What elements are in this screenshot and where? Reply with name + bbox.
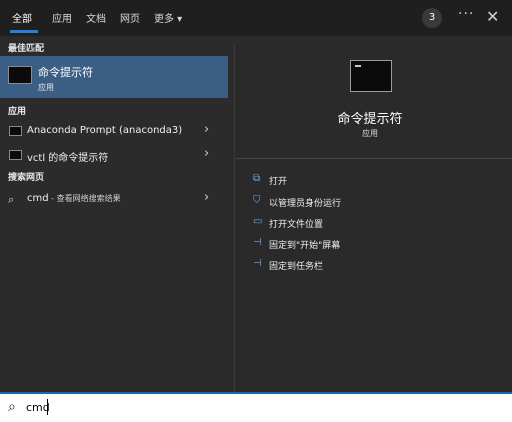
close-icon[interactable]: ✕ bbox=[486, 7, 499, 26]
action-label: 以管理员身份运行 bbox=[269, 199, 342, 209]
search-scope-bar: 全部 应用 文档 网页 更多 ▾ 3 ··· ✕ bbox=[0, 0, 512, 36]
list-item-web-search[interactable]: ⌕ cmd - 查看网络搜索结果 › bbox=[0, 188, 228, 210]
action-label: 打开 bbox=[269, 177, 288, 187]
text-caret bbox=[47, 399, 48, 415]
action-open[interactable]: ⧉ 打开 bbox=[253, 172, 493, 188]
results-pane: 最佳匹配 命令提示符 应用 应用 Anaconda Prompt (anacon… bbox=[0, 36, 230, 392]
tab-more[interactable]: 更多 ▾ bbox=[154, 10, 182, 25]
tab-all[interactable]: 全部 bbox=[12, 10, 32, 25]
divider bbox=[235, 158, 512, 159]
preview-subtitle: 应用 bbox=[362, 129, 378, 138]
web-suffix: - 查看网络搜索结果 bbox=[48, 194, 121, 203]
list-item-vctl[interactable]: vctl 的命令提示符 › bbox=[0, 144, 228, 166]
tab-documents[interactable]: 文档 bbox=[86, 10, 106, 25]
command-prompt-icon bbox=[350, 60, 392, 92]
action-label: 固定到"开始"屏幕 bbox=[269, 241, 341, 251]
search-icon: ⌕ bbox=[8, 193, 15, 206]
more-options-icon[interactable]: ··· bbox=[458, 6, 474, 22]
app-label: Anaconda Prompt (anaconda3) bbox=[27, 125, 183, 136]
action-run-as-admin[interactable]: ⛉ 以管理员身份运行 bbox=[253, 194, 493, 210]
list-item-anaconda-prompt[interactable]: Anaconda Prompt (anaconda3) › bbox=[0, 120, 228, 142]
chevron-right-icon[interactable]: › bbox=[204, 122, 209, 137]
action-label: 打开文件位置 bbox=[269, 220, 324, 230]
chevron-right-icon[interactable]: › bbox=[204, 146, 209, 161]
apps-header: 应用 bbox=[8, 107, 27, 117]
preview-title: 命令提示符 bbox=[337, 112, 403, 127]
terminal-icon bbox=[9, 150, 22, 160]
shield-icon: ⛉ bbox=[253, 195, 261, 206]
web-header: 搜索网页 bbox=[8, 173, 45, 183]
app-label: vctl 的命令提示符 bbox=[27, 153, 109, 164]
open-icon: ⧉ bbox=[253, 173, 261, 184]
search-icon: ⌕ bbox=[8, 399, 16, 415]
web-result-label: cmd - 查看网络搜索结果 bbox=[27, 193, 121, 204]
folder-icon: ▭ bbox=[253, 216, 263, 227]
web-query: cmd bbox=[27, 193, 49, 204]
search-bar[interactable]: ⌕ cmd bbox=[0, 392, 512, 422]
best-match-item[interactable]: 命令提示符 应用 bbox=[0, 56, 228, 98]
tab-apps[interactable]: 应用 bbox=[52, 10, 72, 25]
tab-web[interactable]: 网页 bbox=[120, 10, 140, 25]
action-pin-to-start[interactable]: ⊣ 固定到"开始"屏幕 bbox=[253, 236, 493, 252]
rewards-badge[interactable]: 3 bbox=[422, 8, 442, 28]
command-prompt-icon bbox=[8, 66, 32, 84]
best-match-title: 命令提示符 bbox=[38, 66, 93, 79]
active-tab-indicator bbox=[10, 30, 38, 33]
chevron-right-icon[interactable]: › bbox=[204, 190, 209, 205]
action-open-file-location[interactable]: ▭ 打开文件位置 bbox=[253, 215, 493, 231]
pin-icon: ⊣ bbox=[253, 237, 262, 248]
best-match-header: 最佳匹配 bbox=[8, 44, 45, 54]
best-match-subtitle: 应用 bbox=[38, 83, 54, 92]
pin-icon: ⊣ bbox=[253, 258, 262, 269]
action-pin-to-taskbar[interactable]: ⊣ 固定到任务栏 bbox=[253, 257, 493, 273]
preview-pane: 命令提示符 应用 ⧉ 打开 ⛉ 以管理员身份运行 ▭ 打开文件位置 ⊣ 固定到"… bbox=[234, 44, 512, 392]
action-label: 固定到任务栏 bbox=[269, 262, 324, 272]
terminal-icon bbox=[9, 126, 22, 136]
